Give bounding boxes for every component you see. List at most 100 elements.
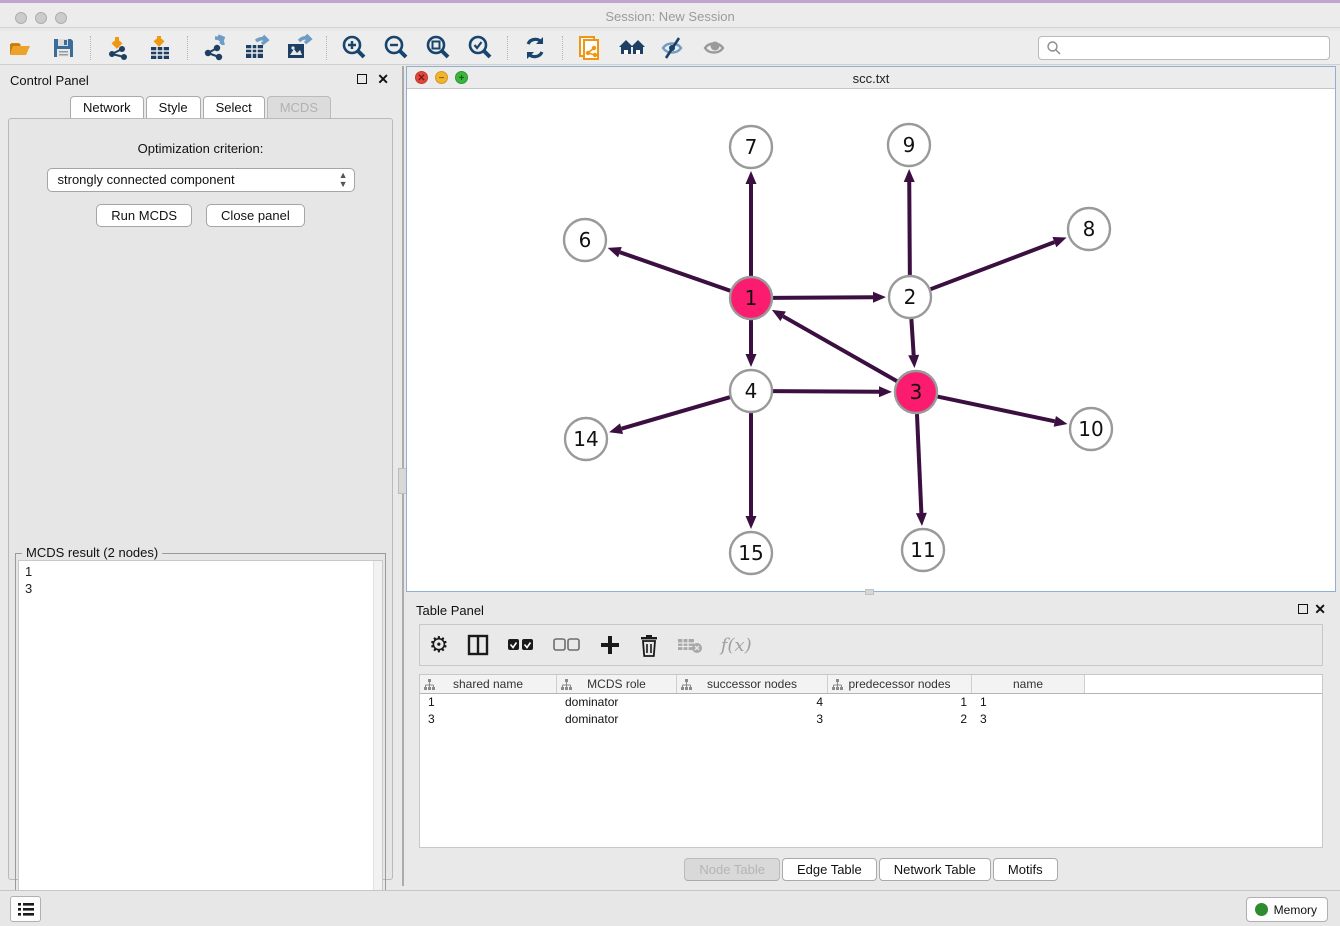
edge-4-14[interactable] <box>622 397 730 429</box>
edge-arrowhead <box>916 513 927 526</box>
table-header-row: shared nameMCDS rolesuccessor nodesprede… <box>420 675 1322 694</box>
network-from-selection-icon[interactable] <box>575 34 605 62</box>
delete-column-icon[interactable] <box>639 634 659 657</box>
node-label-15: 15 <box>738 541 763 565</box>
function-builder-icon[interactable]: f(x) <box>721 635 752 656</box>
zoom-selected-icon[interactable] <box>465 34 495 62</box>
cell[interactable]: 4 <box>677 694 828 711</box>
run-mcds-button[interactable]: Run MCDS <box>96 204 192 227</box>
show-columns-icon[interactable] <box>467 634 489 656</box>
apply-layout-icon[interactable] <box>520 34 550 62</box>
window-resize-handle[interactable] <box>865 589 874 595</box>
network-canvas[interactable]: 7968124314101511 <box>407 90 1335 591</box>
task-history-button[interactable] <box>10 896 41 922</box>
mcds-result-text[interactable]: 1 3 <box>18 560 383 922</box>
delete-table-icon[interactable] <box>677 636 703 654</box>
optimization-criterion-select[interactable]: strongly connected component ▲▼ <box>47 168 355 192</box>
edge-3-1[interactable] <box>783 316 897 381</box>
node-label-1: 1 <box>745 286 758 310</box>
node-label-7: 7 <box>745 135 758 159</box>
memory-button[interactable]: Memory <box>1246 897 1328 922</box>
table-row[interactable]: 1dominator411 <box>420 694 1322 711</box>
toolbar-separator <box>562 36 563 60</box>
node-label-6: 6 <box>579 228 592 252</box>
edge-2-8[interactable] <box>931 242 1055 289</box>
node-table[interactable]: shared nameMCDS rolesuccessor nodesprede… <box>419 674 1323 848</box>
search-input[interactable] <box>1062 38 1329 58</box>
cell[interactable]: dominator <box>557 694 677 711</box>
zoom-out-icon[interactable] <box>381 34 411 62</box>
edge-2-3[interactable] <box>911 319 913 355</box>
create-column-icon[interactable] <box>599 634 621 656</box>
open-session-icon[interactable] <box>6 34 36 62</box>
cell[interactable]: 1 <box>420 694 557 711</box>
mcds-panel: Optimization criterion: strongly connect… <box>8 118 393 880</box>
column-header-shared-name[interactable]: shared name <box>420 675 557 693</box>
zoom-in-icon[interactable] <box>339 34 369 62</box>
show-graphics-details-icon[interactable] <box>701 34 731 62</box>
cell[interactable]: 3 <box>677 711 828 728</box>
tab-motifs[interactable]: Motifs <box>993 858 1058 881</box>
table-row[interactable]: 3dominator323 <box>420 711 1322 728</box>
close-panel-icon[interactable]: ✕ <box>1314 601 1326 618</box>
export-table-icon[interactable] <box>242 34 272 62</box>
toolbar-separator <box>326 36 327 60</box>
float-panel-icon[interactable] <box>1298 604 1308 614</box>
tab-network-table[interactable]: Network Table <box>879 858 991 881</box>
cell[interactable]: 2 <box>828 711 972 728</box>
cell[interactable]: dominator <box>557 711 677 728</box>
tab-edge-table[interactable]: Edge Table <box>782 858 877 881</box>
close-panel-icon[interactable]: ✕ <box>377 71 389 88</box>
column-header-predecessor-nodes[interactable]: predecessor nodes <box>828 675 972 693</box>
network-window-title: scc.txt <box>407 71 1335 86</box>
export-image-icon[interactable] <box>284 34 314 62</box>
window-title: Session: New Session <box>0 9 1340 24</box>
export-network-icon[interactable] <box>200 34 230 62</box>
edge-arrowhead <box>746 354 757 367</box>
control-panel-title: Control Panel <box>10 73 89 88</box>
edge-arrowhead <box>1054 416 1068 427</box>
edge-4-3[interactable] <box>773 391 879 392</box>
tab-node-table[interactable]: Node Table <box>684 858 780 881</box>
tab-mcds[interactable]: MCDS <box>267 96 331 118</box>
edge-1-2[interactable] <box>773 297 873 298</box>
edge-3-10[interactable] <box>938 397 1055 422</box>
home-icon[interactable] <box>617 34 647 62</box>
table-tabbar: Node TableEdge TableNetwork TableMotifs <box>406 858 1336 881</box>
tab-network[interactable]: Network <box>70 96 144 118</box>
edge-1-6[interactable] <box>620 252 730 291</box>
cell[interactable]: 1 <box>972 694 1085 711</box>
edge-2-9[interactable] <box>909 182 910 275</box>
window-titlebar: Session: New Session <box>0 0 1340 28</box>
tab-style[interactable]: Style <box>146 96 201 118</box>
column-header-successor-nodes[interactable]: successor nodes <box>677 675 828 693</box>
unselect-all-columns-icon[interactable] <box>553 638 581 652</box>
search-field[interactable] <box>1038 36 1330 60</box>
tab-select[interactable]: Select <box>203 96 265 118</box>
cell[interactable]: 3 <box>420 711 557 728</box>
import-network-icon[interactable] <box>103 34 133 62</box>
mcds-result-group: MCDS result (2 nodes) 1 3 <box>15 553 386 925</box>
float-panel-icon[interactable] <box>357 74 367 84</box>
cell[interactable]: 1 <box>828 694 972 711</box>
edge-arrowhead <box>746 516 757 529</box>
hierarchy-icon <box>424 679 435 690</box>
node-label-4: 4 <box>745 379 758 403</box>
network-graph[interactable]: 7968124314101511 <box>407 90 1335 591</box>
import-table-icon[interactable] <box>145 34 175 62</box>
node-label-14: 14 <box>573 427 598 451</box>
select-all-columns-icon[interactable] <box>507 638 535 652</box>
close-panel-button[interactable]: Close panel <box>206 204 305 227</box>
edge-3-11[interactable] <box>917 414 921 513</box>
toolbar-separator <box>90 36 91 60</box>
column-header-MCDS-role[interactable]: MCDS role <box>557 675 677 693</box>
column-header-name[interactable]: name <box>972 675 1085 693</box>
network-window-titlebar[interactable]: ✕ − + scc.txt <box>407 67 1335 89</box>
cell[interactable]: 3 <box>972 711 1085 728</box>
save-session-icon[interactable] <box>48 34 78 62</box>
network-view-window: ✕ − + scc.txt 7968124314101511 <box>406 66 1336 592</box>
table-settings-icon[interactable]: ⚙ <box>429 632 449 658</box>
scrollbar[interactable] <box>373 561 382 921</box>
zoom-fit-icon[interactable] <box>423 34 453 62</box>
hide-graphics-details-icon[interactable] <box>659 34 689 62</box>
